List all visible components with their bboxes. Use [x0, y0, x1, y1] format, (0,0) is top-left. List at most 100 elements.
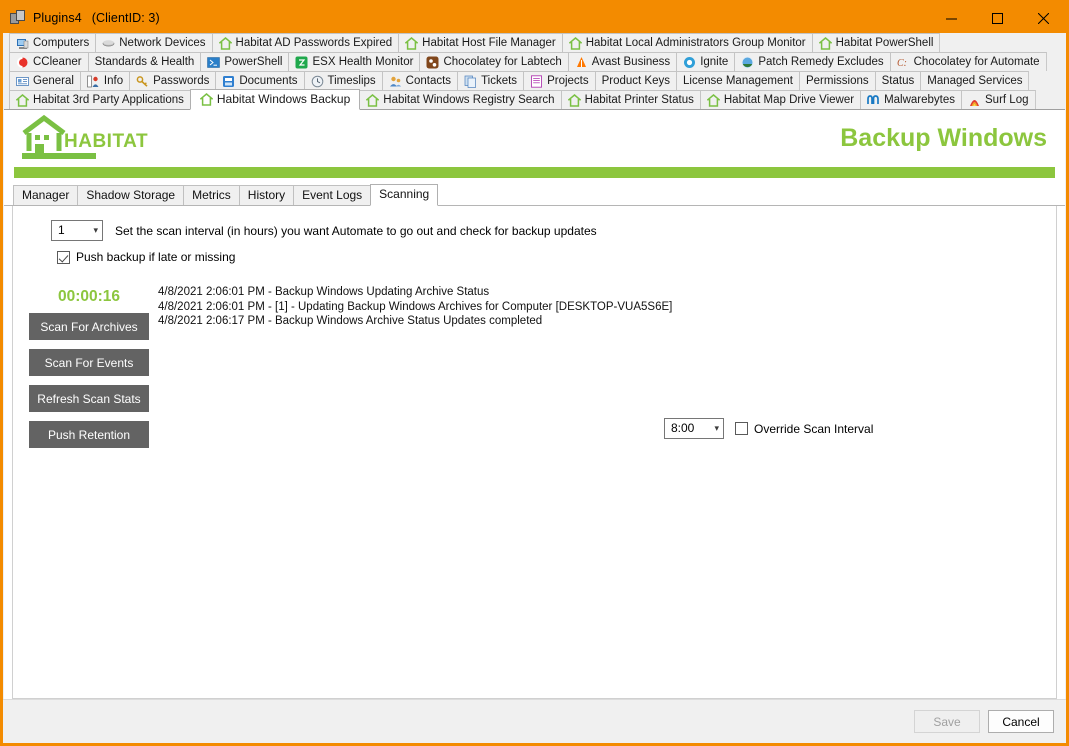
plugin-tab-info[interactable]: Info: [79, 71, 131, 90]
override-scan-interval-label: Override Scan Interval: [754, 421, 874, 436]
maximize-button[interactable]: [974, 3, 1020, 33]
push-backup-checkbox-row[interactable]: Push backup if late or missing: [57, 250, 1056, 264]
tab-scanning[interactable]: Scanning: [370, 184, 439, 206]
plugin-tab-chocolatey-for-automate[interactable]: C: Chocolatey for Automate: [889, 52, 1047, 71]
push-retention-button[interactable]: Push Retention: [29, 421, 149, 448]
plugins-icon: [10, 10, 26, 26]
habitat-house-icon: [818, 36, 832, 50]
override-time-value: 8:00: [671, 421, 695, 435]
tab-label: Info: [103, 74, 124, 87]
tab-label: PowerShell: [224, 55, 283, 68]
tab-label: Habitat PowerShell: [835, 36, 934, 49]
contacts-icon: [389, 75, 402, 88]
plugin-tab-projects[interactable]: Projects: [523, 71, 596, 90]
plugin-tab-habitat-printer-status[interactable]: Habitat Printer Status: [560, 90, 701, 109]
plugin-tab-habitat-host-file-manager[interactable]: Habitat Host File Manager: [398, 33, 563, 52]
plugin-tab-general[interactable]: General: [9, 71, 81, 90]
tab-label: Computers: [33, 36, 90, 49]
tab-label: Metrics: [192, 188, 231, 202]
scan-interval-label: Set the scan interval (in hours) you wan…: [115, 223, 597, 238]
tab-label: Network Devices: [119, 36, 206, 49]
plugin-tab-passwords[interactable]: Passwords: [129, 71, 217, 90]
push-backup-label: Push backup if late or missing: [76, 250, 236, 264]
log-line: 4/8/2021 2:06:01 PM - [1] - Updating Bac…: [158, 300, 673, 313]
plugin-tab-habitat-local-administrators-group-monitor[interactable]: Habitat Local Administrators Group Monit…: [561, 33, 813, 52]
plugin-tab-powershell[interactable]: PowerShell: [200, 52, 290, 71]
network-device-icon: [102, 37, 115, 50]
plugin-tab-ccleaner[interactable]: CCleaner: [9, 52, 89, 71]
refresh-scan-stats-button[interactable]: Refresh Scan Stats: [29, 385, 149, 412]
plugin-tab-chocolatey-for-labtech[interactable]: Chocolatey for Labtech: [419, 52, 569, 71]
tab-label: Managed Services: [927, 74, 1023, 87]
push-backup-checkbox[interactable]: [57, 250, 70, 264]
plugin-tab-habitat-3rd-party-applications[interactable]: Habitat 3rd Party Applications: [9, 90, 191, 109]
tab-label: Scanning: [379, 187, 430, 201]
plugin-tab-malwarebytes[interactable]: Malwarebytes: [860, 90, 963, 109]
habitat-house-icon: [218, 36, 232, 50]
tab-label: Habitat Windows Registry Search: [383, 93, 555, 106]
tab-manager[interactable]: Manager: [13, 185, 79, 205]
save-button[interactable]: Save: [914, 710, 980, 733]
override-time-select[interactable]: 8:00 ▾: [664, 418, 724, 439]
tab-label: Timeslips: [327, 74, 376, 87]
tab-label: ESX Health Monitor: [312, 55, 414, 68]
scan-interval-select[interactable]: 1 ▾: [51, 220, 103, 241]
plugin-tab-row-3: General Info Passwords Documents Timesli…: [3, 71, 1066, 90]
tab-label: Chocolatey for Labtech: [443, 55, 562, 68]
plugin-tab-contacts[interactable]: Contacts: [381, 71, 459, 90]
plugin-tab-habitat-map-drive-viewer[interactable]: Habitat Map Drive Viewer: [699, 90, 862, 109]
override-scan-interval-checkbox-row[interactable]: Override Scan Interval: [735, 422, 873, 436]
cancel-button[interactable]: Cancel: [988, 710, 1054, 733]
plugin-tab-habitat-windows-backup[interactable]: Habitat Windows Backup: [189, 89, 361, 110]
tab-history[interactable]: History: [238, 185, 295, 205]
plugin-tab-timeslips[interactable]: Timeslips: [303, 71, 383, 90]
plugin-tab-patch-remedy-excludes[interactable]: Patch Remedy Excludes: [734, 52, 891, 71]
plugin-tab-row-1: Computers Network Devices Habitat AD Pas…: [3, 33, 1066, 52]
plugin-tab-product-keys[interactable]: Product Keys: [594, 71, 678, 90]
plugin-tab-habitat-windows-registry-search[interactable]: Habitat Windows Registry Search: [359, 90, 562, 109]
plugin-tab-avast-business[interactable]: Avast Business: [567, 52, 678, 71]
scan-for-events-button[interactable]: Scan For Events: [29, 349, 149, 376]
plugin-tab-status[interactable]: Status: [874, 71, 922, 90]
tab-event-logs[interactable]: Event Logs: [293, 185, 372, 205]
tab-label: Patch Remedy Excludes: [758, 55, 884, 68]
plugin-tab-habitat-ad-passwords-expired[interactable]: Habitat AD Passwords Expired: [211, 33, 400, 52]
scan-for-archives-button[interactable]: Scan For Archives: [29, 313, 149, 340]
habitat-house-icon: [405, 36, 419, 50]
plugin-tab-surf-log[interactable]: Surf Log: [961, 90, 1036, 109]
plugin-tab-documents[interactable]: Documents: [215, 71, 305, 90]
tab-label: Habitat Printer Status: [584, 93, 694, 106]
plugin-tab-tickets[interactable]: Tickets: [457, 71, 525, 90]
tab-label: Status: [881, 74, 915, 87]
client-id-label: (ClientID: 3): [91, 11, 160, 25]
scan-timer: 00:00:16: [57, 288, 121, 305]
computer-monitor-icon: [16, 37, 29, 50]
tab-metrics[interactable]: Metrics: [183, 185, 240, 205]
chevron-down-icon: ▾: [93, 225, 98, 235]
plugin-tab-ignite[interactable]: Ignite: [676, 52, 736, 71]
plugin-tab-esx-health-monitor[interactable]: ESX Health Monitor: [288, 52, 421, 71]
close-button[interactable]: [1020, 3, 1066, 33]
tab-label: Event Logs: [302, 188, 363, 202]
tab-label: License Management: [683, 74, 793, 87]
scan-log-output[interactable]: 4/8/2021 2:06:01 PM - Backup Windows Upd…: [158, 285, 1046, 329]
plugin-tab-habitat-powershell[interactable]: Habitat PowerShell: [811, 33, 941, 52]
plugin-tab-license-management[interactable]: License Management: [676, 71, 800, 90]
ignite-icon: [683, 56, 696, 69]
general-card-icon: [16, 75, 29, 88]
override-scan-interval-checkbox[interactable]: [735, 422, 748, 435]
plugin-tab-standards-health[interactable]: Standards & Health: [87, 52, 202, 71]
plugin-tab-computers[interactable]: Computers: [9, 33, 97, 52]
plugin-tab-permissions[interactable]: Permissions: [798, 71, 876, 90]
surf-log-icon: [968, 94, 981, 107]
scan-interval-value: 1: [58, 223, 65, 237]
minimize-button[interactable]: [928, 3, 974, 33]
tab-shadow-storage[interactable]: Shadow Storage: [77, 185, 185, 205]
habitat-house-icon: [706, 93, 720, 107]
habitat-house-icon: [366, 93, 380, 107]
plugin-tab-network-devices[interactable]: Network Devices: [95, 33, 213, 52]
chevron-down-icon: ▾: [714, 423, 719, 433]
scanning-panel: 1 ▾ Set the scan interval (in hours) you…: [12, 206, 1057, 699]
plugin-tab-managed-services[interactable]: Managed Services: [920, 71, 1030, 90]
application-window: Plugins4 (ClientID: 3) Computers Network: [0, 0, 1069, 746]
